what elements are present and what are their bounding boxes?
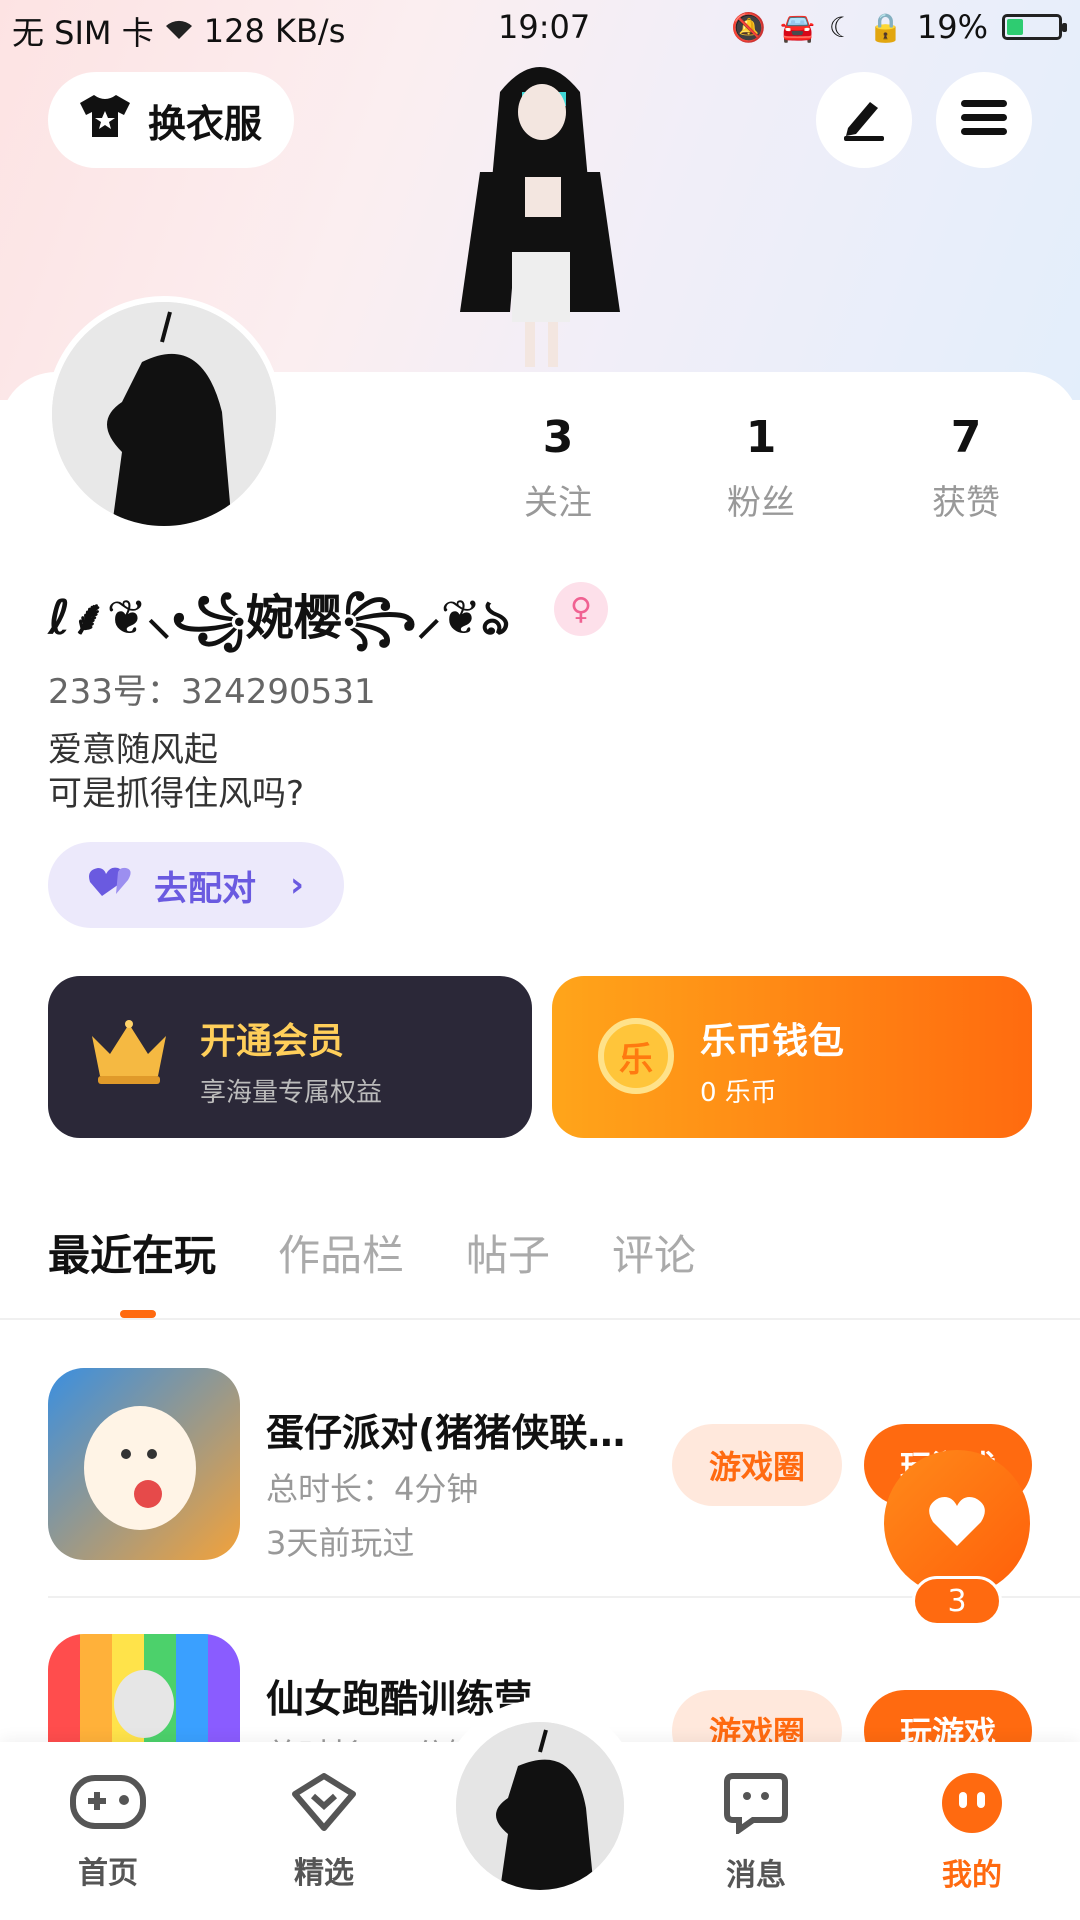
followers-count: 1 (745, 412, 777, 463)
coin-icon: 乐 (598, 1018, 674, 1094)
battery-percent: 19% (916, 8, 988, 46)
double-heart-icon (88, 864, 136, 907)
followers-label: 粉丝 (727, 483, 795, 523)
nav-featured[interactable]: 精选 (264, 1772, 384, 1892)
nickname: ℓ⸙❦⸜꧁婉樱꧂⸝❦ঌ (48, 590, 510, 646)
gamepad-icon (70, 1772, 146, 1840)
nav-me-label: 我的 (942, 1858, 1002, 1893)
match-label: 去配对 (154, 868, 256, 909)
heart-icon (927, 1494, 987, 1552)
mute-icon: 🔕 (731, 10, 767, 44)
wifi-icon (164, 15, 194, 48)
bio: 爱意随风起 可是抓得住风吗? (48, 728, 304, 816)
heart-count-badge: 3 (912, 1576, 1002, 1626)
match-button[interactable]: 去配对 › (48, 842, 344, 928)
carrier-text: 无 SIM 卡 (12, 14, 154, 52)
vip-subtitle: 享海量专属权益 (200, 1078, 383, 1108)
center-avatar-button[interactable] (456, 1722, 624, 1890)
menu-button[interactable] (936, 72, 1032, 168)
vip-card[interactable]: 开通会员 享海量专属权益 (48, 976, 532, 1138)
battery-icon (1002, 14, 1067, 40)
face-icon (939, 1772, 1005, 1842)
hamburger-menu-icon (961, 98, 1007, 142)
nav-featured-label: 精选 (294, 1856, 354, 1891)
status-bar: 无 SIM 卡 128 KB/s 19:07 🔕 🚘 ☾ 🔒 19% (0, 0, 1080, 56)
clock: 19:07 (498, 8, 591, 46)
tab-indicator (120, 1310, 156, 1318)
nav-home[interactable]: 首页 (48, 1772, 168, 1892)
bio-line-1: 爱意随风起 (48, 730, 218, 770)
game-name: 蛋仔派对(猪猪侠联… (266, 1411, 626, 1455)
tab-works[interactable]: 作品栏 (278, 1222, 404, 1283)
floating-heart-button[interactable] (884, 1450, 1030, 1596)
following-label: 关注 (524, 483, 592, 523)
shirt-icon (78, 93, 132, 148)
profile-tabs: 最近在玩 作品栏 帖子 评论 (48, 1222, 696, 1283)
avatar-figure[interactable] (430, 52, 650, 372)
network-speed: 128 KB/s (203, 12, 346, 50)
likes-count: 7 (950, 412, 982, 463)
moon-icon: ☾ (828, 10, 854, 44)
female-icon: ♀ (554, 582, 608, 636)
followers-stat[interactable]: 1 粉丝 (681, 412, 841, 524)
lock-rotation-icon: 🔒 (868, 10, 903, 44)
nav-messages-label: 消息 (726, 1858, 786, 1893)
edit-button[interactable] (816, 72, 912, 168)
game-icon (48, 1368, 240, 1560)
change-outfit-label: 换衣服 (148, 101, 263, 146)
tab-recently-played[interactable]: 最近在玩 (48, 1222, 216, 1283)
pen-icon (840, 94, 888, 146)
chat-icon (723, 1772, 789, 1842)
crown-icon (88, 1020, 170, 1090)
game-duration: 总时长：4分钟 (266, 1470, 479, 1508)
bio-line-2: 可是抓得住风吗? (48, 774, 305, 814)
car-icon: 🚘 (780, 10, 815, 44)
vip-title: 开通会员 (200, 1021, 345, 1062)
wallet-balance: 0 乐币 (700, 1078, 777, 1108)
wallet-title: 乐币钱包 (700, 1021, 845, 1062)
following-count: 3 (542, 412, 574, 463)
user-id[interactable]: 233号：324290531 (48, 664, 376, 713)
following-stat[interactable]: 3 关注 (478, 412, 638, 524)
game-circle-button[interactable]: 游戏圈 (672, 1424, 842, 1506)
likes-stat[interactable]: 7 获赞 (886, 412, 1046, 524)
chevron-right-icon: › (290, 865, 305, 905)
tab-divider (0, 1318, 1080, 1320)
change-outfit-button[interactable]: 换衣服 (48, 72, 294, 168)
likes-label: 获赞 (932, 483, 1000, 523)
nav-messages[interactable]: 消息 (696, 1772, 816, 1894)
game-last-played: 3天前玩过 (266, 1524, 415, 1562)
heart-shield-icon (289, 1772, 359, 1840)
nav-home-label: 首页 (78, 1856, 138, 1891)
profile-avatar[interactable] (46, 296, 282, 532)
tab-comments[interactable]: 评论 (612, 1222, 696, 1283)
wallet-card[interactable]: 乐 乐币钱包 0 乐币 (552, 976, 1032, 1138)
nav-me[interactable]: 我的 (912, 1772, 1032, 1894)
tab-posts[interactable]: 帖子 (466, 1222, 550, 1283)
